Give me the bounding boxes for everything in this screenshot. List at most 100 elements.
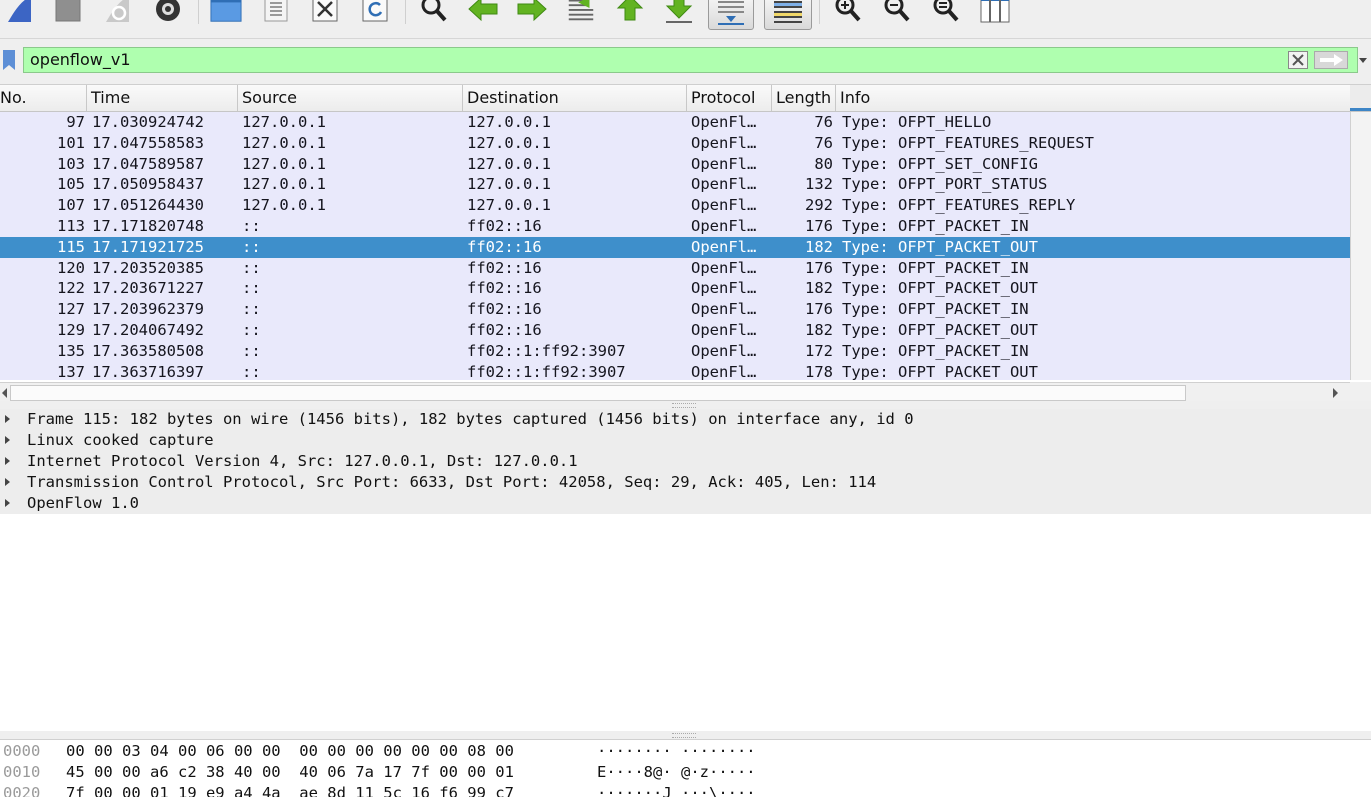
- zoom-in-button[interactable]: [832, 0, 864, 26]
- detail-tree-item[interactable]: Internet Protocol Version 4, Src: 127.0.…: [0, 451, 1371, 472]
- column-header-time[interactable]: Time: [87, 85, 238, 111]
- column-header-destination[interactable]: Destination: [463, 85, 687, 111]
- ascii-bytes[interactable]: ·······J ···\····: [597, 783, 756, 797]
- detail-tree-item[interactable]: OpenFlow 1.0: [0, 493, 1371, 514]
- packet-row[interactable]: 101 17.047558583 127.0.0.1 127.0.0.1 OpenFl……: [0, 133, 1350, 154]
- packet-row[interactable]: 129 17.204067492:: ff02::16 OpenFl… 182 Type:…: [0, 320, 1350, 341]
- hex-row: 0000 00 00 03 04 00 06 00 00 00 00 00 00 …: [0, 741, 1371, 762]
- packet-row[interactable]: 115 17.171921725:: ff02::16 OpenFl… 182 Type:…: [0, 236, 1350, 258]
- display-filter-input[interactable]: openflow_v1: [23, 47, 1358, 73]
- hex-bytes[interactable]: 00 00 03 04 00 06 00 00 00 00 00 00 00 0…: [66, 741, 514, 761]
- cell-source: ::: [242, 279, 261, 298]
- cell-info: Type: OFPT_PACKET_OUT: [842, 362, 1038, 380]
- capture-options-icon: [156, 0, 180, 21]
- chevron-down-icon[interactable]: [1356, 53, 1370, 67]
- restart-capture-button[interactable]: [102, 0, 134, 26]
- capture-options-button[interactable]: [152, 0, 184, 26]
- start-capture-button[interactable]: [4, 0, 36, 26]
- cell-source: ::: [242, 217, 261, 235]
- reload-file-button[interactable]: [359, 0, 391, 26]
- byte-offset[interactable]: 0020: [3, 783, 40, 797]
- scroll-left-icon[interactable]: [0, 387, 9, 399]
- packet-row[interactable]: 122 17.203671227:: ff02::16 OpenFl… 182 Type:…: [0, 278, 1350, 299]
- cell-length: 80: [814, 154, 833, 173]
- expand-arrow-icon[interactable]: [5, 436, 10, 444]
- pane-splitter[interactable]: [0, 731, 1371, 739]
- column-header-protocol[interactable]: Protocol: [687, 85, 772, 111]
- cell-length: 182: [805, 237, 833, 256]
- find-packet-button[interactable]: [418, 0, 450, 26]
- go-to-packet-button[interactable]: [565, 0, 597, 26]
- find-packet-icon: [421, 0, 447, 22]
- first-packet-button[interactable]: [614, 0, 646, 26]
- ascii-bytes[interactable]: E····8@· @·z·····: [597, 762, 756, 782]
- cell-no: 113: [57, 217, 85, 235]
- pane-splitter[interactable]: [0, 401, 1371, 409]
- column-header-source[interactable]: Source: [238, 85, 463, 111]
- last-packet-button[interactable]: [663, 0, 695, 26]
- normal-size-button[interactable]: [930, 0, 962, 26]
- clear-filter-icon[interactable]: [1288, 51, 1308, 69]
- hex-bytes[interactable]: 7f 00 00 01 19 e9 a4 4a ae 8d 11 5c 16 f…: [66, 783, 514, 797]
- close-file-button[interactable]: [309, 0, 341, 26]
- vertical-scrollbar[interactable]: [1350, 112, 1371, 380]
- hex-bytes[interactable]: 45 00 00 a6 c2 38 40 00 40 06 7a 17 7f 0…: [66, 762, 514, 782]
- bookmark-icon[interactable]: [2, 50, 16, 70]
- packet-row[interactable]: 107 17.051264430 127.0.0.1 127.0.0.1 OpenFl……: [0, 195, 1350, 216]
- packet-row[interactable]: 137 17.363716397:: ff02::1:ff92:3907 OpenFl…: [0, 362, 1350, 380]
- autoscroll-button[interactable]: [708, 0, 754, 30]
- detail-tree-item[interactable]: Frame 115: 182 bytes on wire (1456 bits)…: [0, 409, 1371, 430]
- cell-info: Type: OFPT_PORT_STATUS: [842, 175, 1048, 194]
- expand-arrow-icon[interactable]: [5, 478, 10, 486]
- zoom-out-button[interactable]: [881, 0, 913, 26]
- cell-destination: ff02::1:ff92:3907: [467, 362, 626, 380]
- column-header-info[interactable]: Info: [836, 85, 1350, 111]
- go-forward-button[interactable]: [516, 0, 548, 26]
- cell-destination: ff02::16: [467, 217, 542, 235]
- cell-length: 176: [805, 258, 833, 277]
- cell-protocol: OpenFl…: [691, 217, 757, 235]
- ascii-bytes[interactable]: ········ ········: [597, 741, 756, 761]
- packet-row[interactable]: 113 17.171820748:: ff02::16 OpenFl… 176 Type:…: [0, 216, 1350, 237]
- cell-source: 127.0.0.1: [242, 154, 326, 173]
- scrollbar-thumb[interactable]: [10, 385, 1186, 401]
- packet-row[interactable]: 135 17.363580508:: ff02::1:ff92:3907 OpenFl…: [0, 341, 1350, 362]
- column-header-no[interactable]: No.: [0, 85, 87, 111]
- apply-filter-icon[interactable]: [1314, 51, 1348, 69]
- packet-row[interactable]: 120 17.203520385:: ff02::16 OpenFl… 176 Type:…: [0, 258, 1350, 279]
- detail-label: Frame 115: 182 bytes on wire (1456 bits)…: [27, 410, 914, 428]
- horizontal-scrollbar[interactable]: [0, 382, 1350, 403]
- cell-source: ::: [242, 237, 261, 256]
- colorize-icon: [774, 1, 802, 23]
- colorize-button[interactable]: [764, 0, 812, 30]
- byte-offset[interactable]: 0010: [3, 762, 40, 782]
- cell-length: 172: [805, 341, 833, 360]
- packet-row[interactable]: 105 17.050958437 127.0.0.1 127.0.0.1 OpenFl……: [0, 174, 1350, 195]
- expand-arrow-icon[interactable]: [5, 415, 10, 423]
- packet-list-pane: No. Time Source Destination Protocol Len…: [0, 84, 1371, 403]
- stop-capture-button[interactable]: [52, 0, 84, 26]
- byte-offset[interactable]: 0000: [3, 741, 40, 761]
- column-header-length[interactable]: Length: [772, 85, 836, 111]
- scroll-right-icon[interactable]: [1330, 387, 1342, 399]
- cell-info: Type: OFPT_PACKET_OUT: [842, 237, 1038, 256]
- packet-list-header: No. Time Source Destination Protocol Len…: [0, 85, 1350, 112]
- open-file-icon: [210, 0, 242, 22]
- resize-columns-button[interactable]: [979, 0, 1011, 26]
- restart-capture-icon: [106, 0, 129, 22]
- expand-arrow-icon[interactable]: [5, 499, 10, 507]
- detail-label: Transmission Control Protocol, Src Port:…: [27, 473, 877, 491]
- cell-destination: ff02::16: [467, 237, 542, 256]
- cell-time: 17.363580508: [92, 341, 204, 360]
- expand-arrow-icon[interactable]: [5, 457, 10, 465]
- go-back-button[interactable]: [467, 0, 499, 26]
- packet-row[interactable]: 97 17.030924742 127.0.0.1 127.0.0.1 OpenFl… 7…: [0, 112, 1350, 133]
- start-capture-icon: [8, 0, 31, 22]
- packet-row[interactable]: 127 17.203962379:: ff02::16 OpenFl… 176 Type:…: [0, 299, 1350, 320]
- detail-tree-item[interactable]: Transmission Control Protocol, Src Port:…: [0, 472, 1371, 493]
- detail-tree-item[interactable]: Linux cooked capture: [0, 430, 1371, 451]
- file-properties-button[interactable]: [260, 0, 292, 26]
- cell-destination: 127.0.0.1: [467, 175, 551, 194]
- open-file-button[interactable]: [210, 0, 242, 26]
- packet-row[interactable]: 103 17.047589587 127.0.0.1 127.0.0.1 OpenFl……: [0, 154, 1350, 175]
